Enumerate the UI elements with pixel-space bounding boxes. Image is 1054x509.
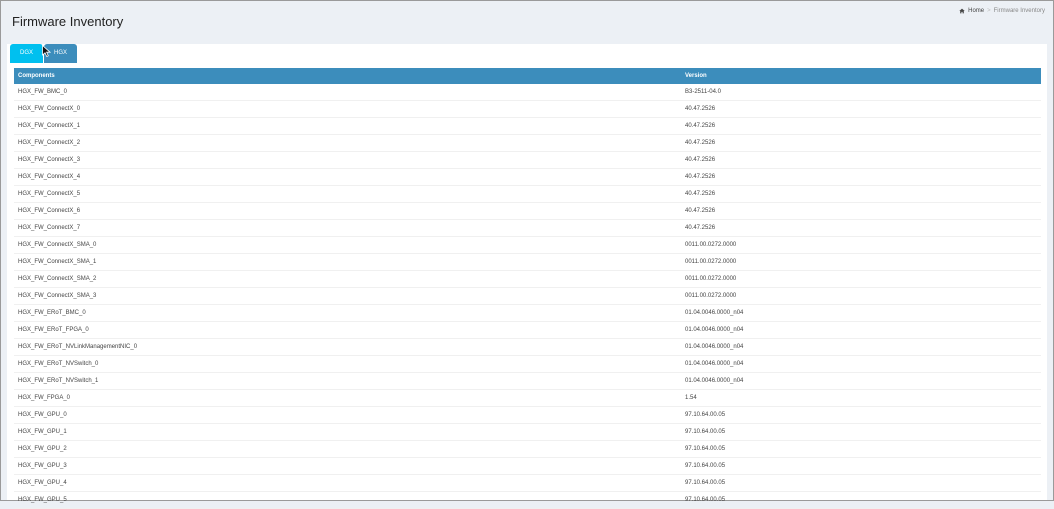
version-cell: 40.47.2526 <box>685 191 716 197</box>
table-row: HGX_FW_ConnectX_1 40.47.2526 <box>14 118 1041 135</box>
table-row: HGX_FW_ERoT_NVLinkManagementNIC_0 01.04.0… <box>14 339 1041 356</box>
table-row: HGX_FW_GPU_1 97.10.64.00.05 <box>14 424 1041 441</box>
table-header: Components Version <box>14 68 1041 84</box>
version-cell: 40.47.2526 <box>685 157 716 163</box>
version-cell: 01.04.0046.0000_n04 <box>685 344 744 350</box>
table-row: HGX_FW_ConnectX_0 40.47.2526 <box>14 101 1041 118</box>
table-row: HGX_FW_GPU_3 97.10.64.00.05 <box>14 458 1041 475</box>
table-row: HGX_FW_GPU_2 97.10.64.00.05 <box>14 441 1041 458</box>
table-row: HGX_FW_ERoT_NVSwitch_0 01.04.0046.0000_n0… <box>14 356 1041 373</box>
table-row: HGX_FW_ConnectX_4 40.47.2526 <box>14 169 1041 186</box>
component-name-cell: HGX_FW_BMC_0 <box>18 89 68 95</box>
version-cell: 40.47.2526 <box>685 225 716 231</box>
version-cell: 40.47.2526 <box>685 208 716 214</box>
component-name-cell: HGX_FW_FPGA_0 <box>18 395 71 401</box>
version-cell: 40.47.2526 <box>685 140 716 146</box>
table-row: HGX_FW_GPU_0 97.10.64.00.05 <box>14 407 1041 424</box>
component-name-cell: HGX_FW_ERoT_NVLinkManagementNIC_0 <box>18 344 138 350</box>
table-row: HGX_FW_GPU_4 97.10.64.00.05 <box>14 475 1041 492</box>
component-name-cell: HGX_FW_GPU_4 <box>18 480 67 486</box>
component-name-cell: HGX_FW_GPU_3 <box>18 463 67 469</box>
version-cell: 0011.00.0272.0000 <box>685 259 737 265</box>
table-row: HGX_FW_ERoT_BMC_0 01.04.0046.0000_n04 <box>14 305 1041 322</box>
table-row: HGX_FW_BMC_0 B3-2511-04.0 <box>14 84 1041 101</box>
version-cell: 01.04.0046.0000_n04 <box>685 361 744 367</box>
version-cell: 0011.00.0272.0000 <box>685 276 737 282</box>
version-cell: 01.04.0046.0000_n04 <box>685 327 744 333</box>
table-row: HGX_FW_ConnectX_5 40.47.2526 <box>14 186 1041 203</box>
content-header: Firmware Inventory Home > Firmware Inven… <box>1 1 1053 43</box>
version-cell: 40.47.2526 <box>685 123 716 129</box>
component-name-cell: HGX_FW_ConnectX_SMA_3 <box>18 293 97 299</box>
table-row: HGX_FW_ERoT_FPGA_0 01.04.0046.0000_n04 <box>14 322 1041 339</box>
breadcrumb: Home > Firmware Inventory <box>959 8 1045 14</box>
table-row: HGX_FW_ConnectX_SMA_1 0011.00.0272.0000 <box>14 254 1041 271</box>
table-row: HGX_FW_ConnectX_3 40.47.2526 <box>14 152 1041 169</box>
version-cell: 97.10.64.00.05 <box>685 463 726 469</box>
version-cell: 01.04.0046.0000_n04 <box>685 378 744 384</box>
table-row: HGX_FW_ConnectX_2 40.47.2526 <box>14 135 1041 152</box>
version-cell: 40.47.2526 <box>685 174 716 180</box>
firmware-inventory-panel: DGX HGX Components Version HGX_FW_BMC_0 B… <box>7 44 1047 509</box>
version-cell: 0011.00.0272.0000 <box>685 242 737 248</box>
component-name-cell: HGX_FW_ConnectX_6 <box>18 208 81 214</box>
version-cell: 40.47.2526 <box>685 106 716 112</box>
component-name-cell: HGX_FW_GPU_1 <box>18 429 67 435</box>
component-name-cell: HGX_FW_ConnectX_5 <box>18 191 81 197</box>
firmware-table: Components Version HGX_FW_BMC_0 B3-2511-0… <box>14 68 1041 509</box>
component-name-cell: HGX_FW_GPU_0 <box>18 412 67 418</box>
column-header-version: Version <box>685 73 707 79</box>
component-name-cell: HGX_FW_ConnectX_SMA_1 <box>18 259 97 265</box>
version-cell: B3-2511-04.0 <box>685 89 721 95</box>
component-name-cell: HGX_FW_ERoT_BMC_0 <box>18 310 86 316</box>
component-name-cell: HGX_FW_ConnectX_4 <box>18 174 81 180</box>
breadcrumb-separator: > <box>987 8 991 14</box>
table-row: HGX_FW_FPGA_0 1.54 <box>14 390 1041 407</box>
component-name-cell: HGX_FW_ConnectX_0 <box>18 106 81 112</box>
breadcrumb-current: Firmware Inventory <box>993 8 1045 14</box>
version-cell: 01.04.0046.0000_n04 <box>685 310 744 316</box>
table-row: HGX_FW_ERoT_NVSwitch_1 01.04.0046.0000_n0… <box>14 373 1041 390</box>
table-row: HGX_FW_ConnectX_SMA_3 0011.00.0272.0000 <box>14 288 1041 305</box>
component-name-cell: HGX_FW_GPU_5 <box>18 497 67 503</box>
version-cell: 97.10.64.00.05 <box>685 480 726 486</box>
component-name-cell: HGX_FW_ConnectX_7 <box>18 225 81 231</box>
table-row: HGX_FW_ConnectX_7 40.47.2526 <box>14 220 1041 237</box>
component-name-cell: HGX_FW_ConnectX_SMA_0 <box>18 242 97 248</box>
component-name-cell: HGX_FW_ERoT_NVSwitch_0 <box>18 361 99 367</box>
component-name-cell: HGX_FW_GPU_2 <box>18 446 67 452</box>
component-name-cell: HGX_FW_ConnectX_SMA_2 <box>18 276 97 282</box>
version-cell: 1.54 <box>685 395 697 401</box>
column-header-components: Components <box>18 73 55 79</box>
version-cell: 97.10.64.00.05 <box>685 446 726 452</box>
table-row: HGX_FW_ConnectX_SMA_0 0011.00.0272.0000 <box>14 237 1041 254</box>
table-row: HGX_FW_ConnectX_6 40.47.2526 <box>14 203 1041 220</box>
mouse-cursor-icon <box>42 45 51 57</box>
table-body: HGX_FW_BMC_0 B3-2511-04.0 HGX_FW_ConnectX_… <box>14 84 1041 509</box>
component-name-cell: HGX_FW_ConnectX_2 <box>18 140 81 146</box>
home-icon <box>959 8 965 14</box>
page-title: Firmware Inventory <box>12 14 124 29</box>
component-name-cell: HGX_FW_ConnectX_3 <box>18 157 81 163</box>
version-cell: 97.10.64.00.05 <box>685 497 726 503</box>
version-cell: 97.10.64.00.05 <box>685 412 726 418</box>
table-row: HGX_FW_ConnectX_SMA_2 0011.00.0272.0000 <box>14 271 1041 288</box>
component-name-cell: HGX_FW_ERoT_FPGA_0 <box>18 327 89 333</box>
component-name-cell: HGX_FW_ERoT_NVSwitch_1 <box>18 378 99 384</box>
tab-dgx[interactable]: DGX <box>10 44 44 63</box>
version-cell: 97.10.64.00.05 <box>685 429 726 435</box>
component-name-cell: HGX_FW_ConnectX_1 <box>18 123 81 129</box>
breadcrumb-home-link[interactable]: Home <box>968 8 984 14</box>
version-cell: 0011.00.0272.0000 <box>685 293 737 299</box>
